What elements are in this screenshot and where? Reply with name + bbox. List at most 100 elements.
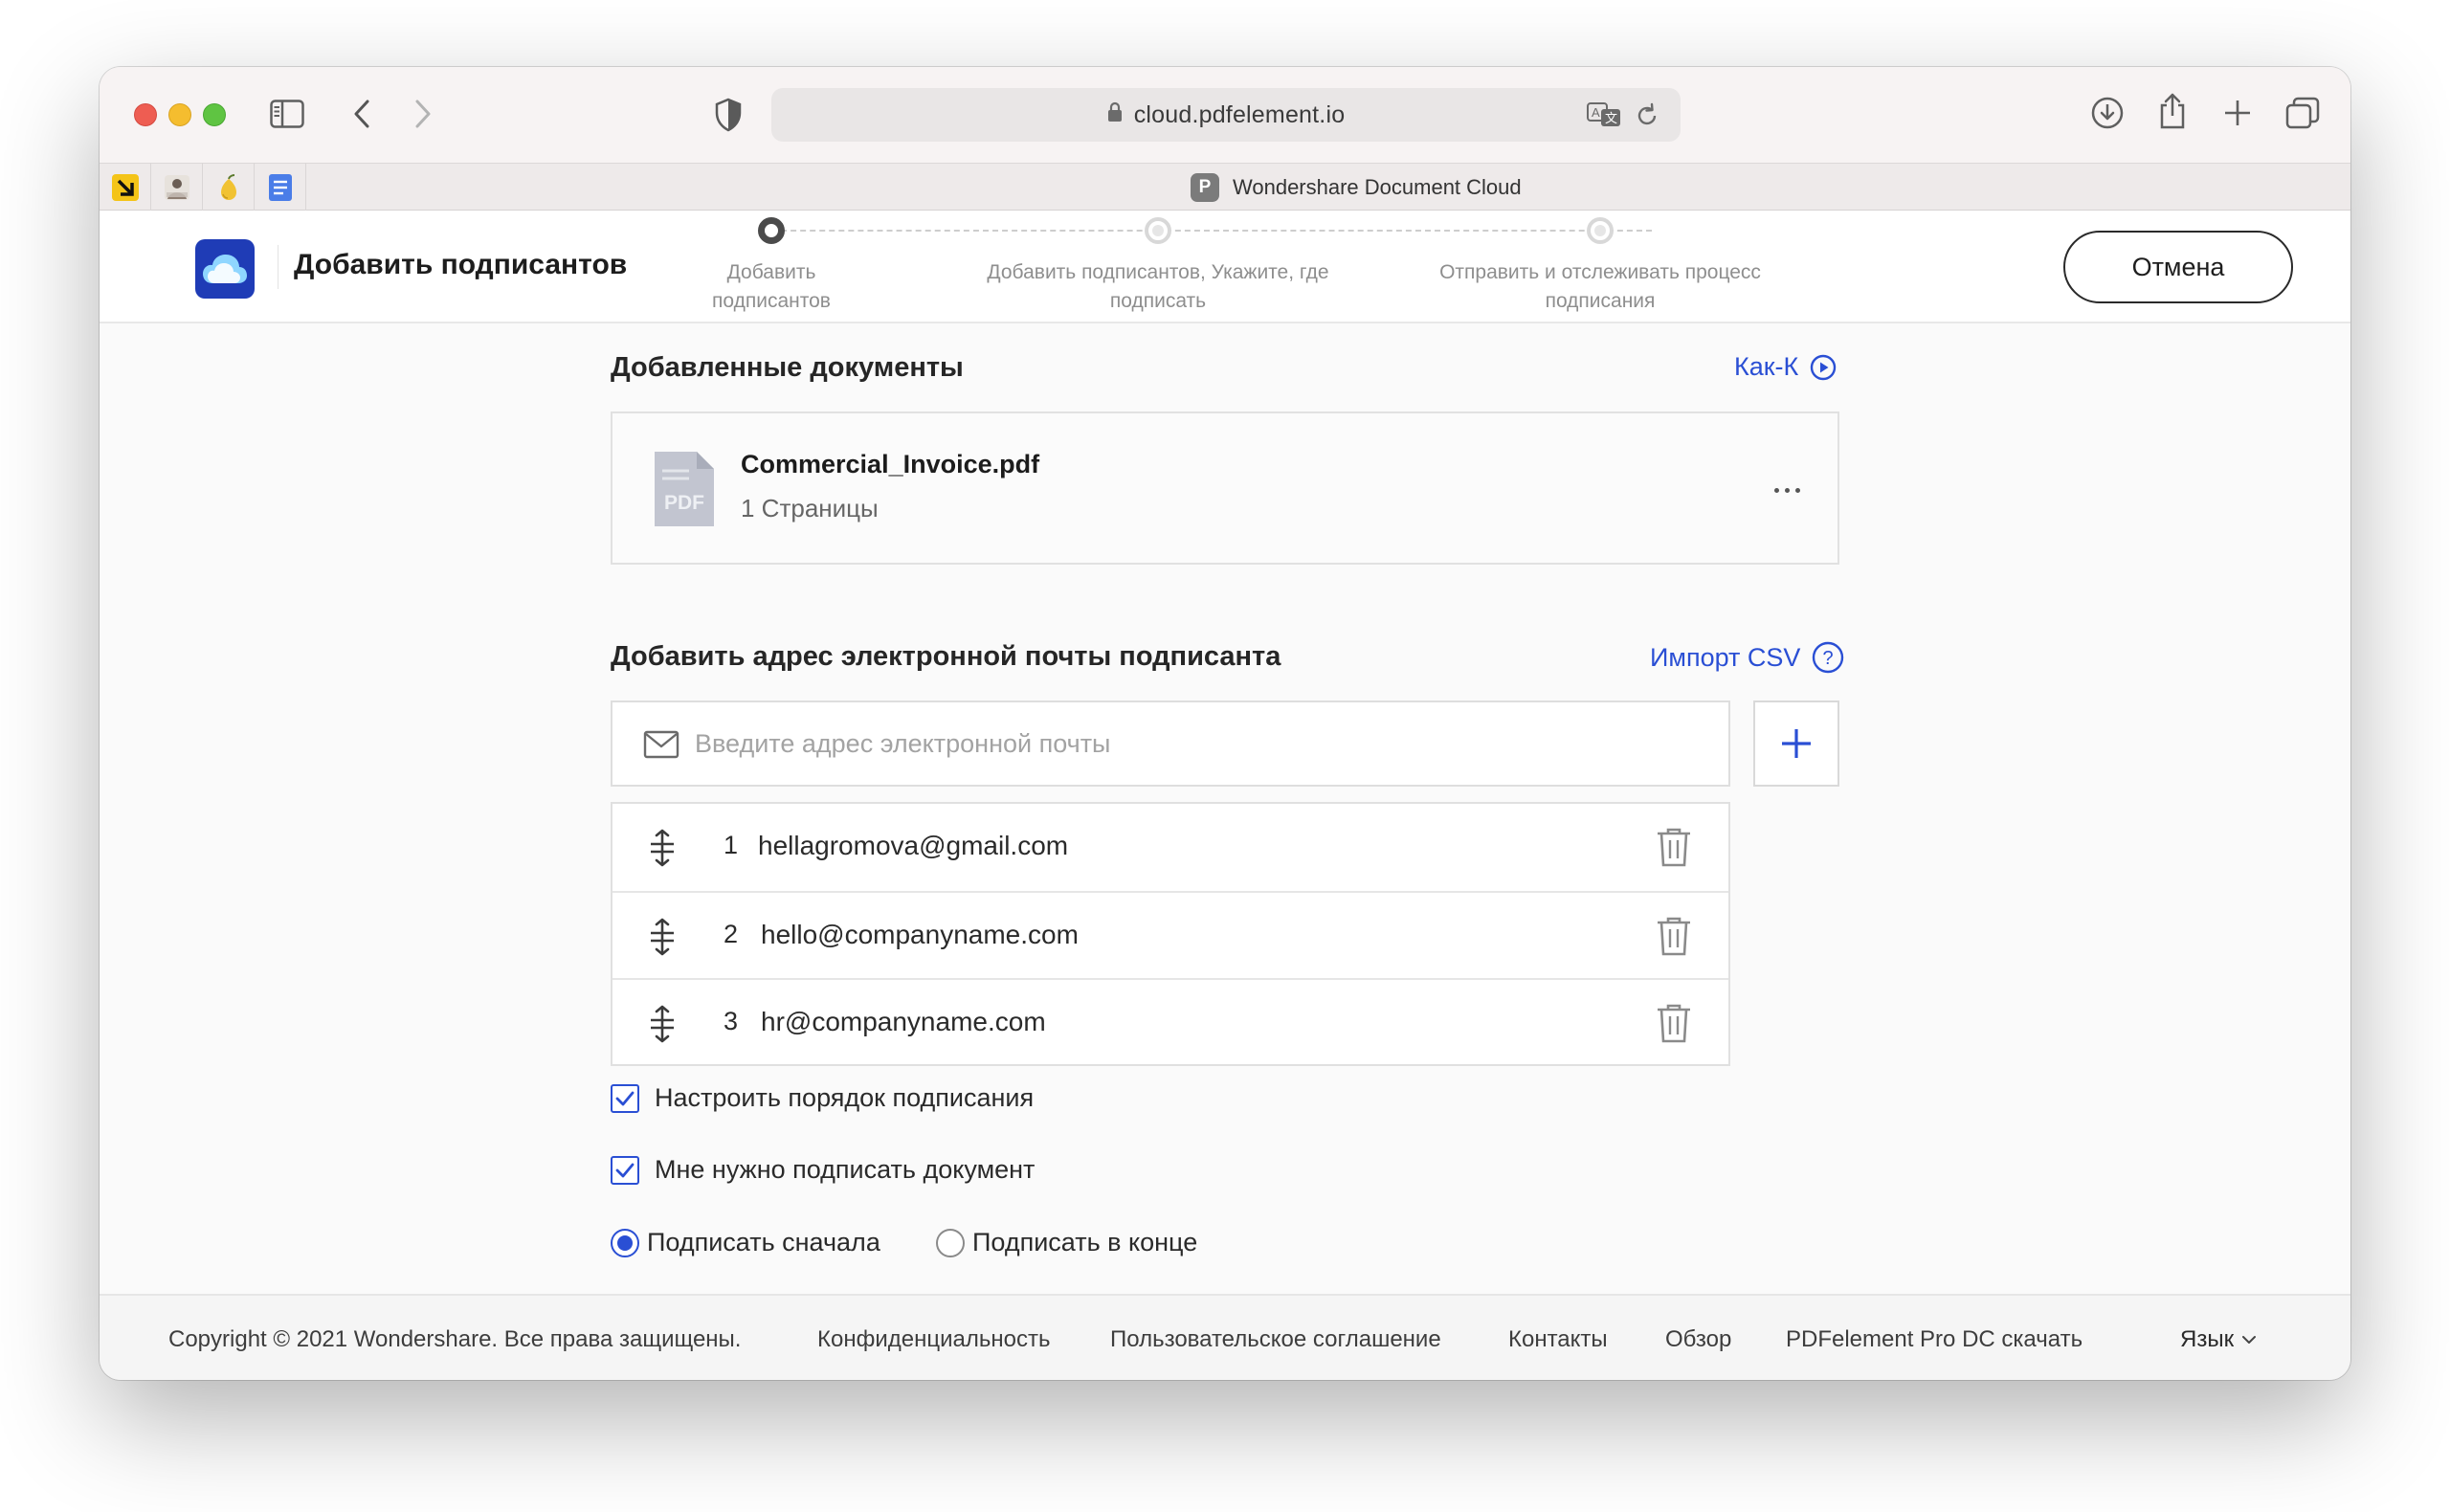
page-footer: Copyright © 2021 Wondershare. Все права … [100,1294,2350,1380]
arrow-app-icon[interactable] [100,164,151,211]
photo-app-icon[interactable] [151,164,203,211]
close-window-button[interactable] [134,103,157,126]
sign-first-radio-indicator[interactable] [611,1228,639,1257]
tab-overview-icon[interactable] [2285,97,2320,129]
signer-email: hellagromova@gmail.com [758,831,1069,860]
footer-link-download[interactable]: PDFelement Pro DC скачать [1786,1326,2082,1353]
pdf-file-icon: PDF [651,448,718,535]
step-2-label: Добавить подписантов, Укажите, где подпи… [987,261,1329,312]
document-name: Commercial_Invoice.pdf [741,450,1040,478]
page-title: Добавить подписантов [294,249,628,280]
more-options-button[interactable] [1774,488,1800,493]
share-icon[interactable] [2157,92,2188,130]
mail-icon [643,730,679,759]
document-page-count: 1 Страницы [741,494,879,523]
trash-icon[interactable] [1656,827,1692,867]
i-need-to-sign-checkbox[interactable] [611,1155,639,1185]
checkmark-icon [615,1091,635,1105]
docs-app-icon[interactable] [255,164,306,211]
lock-icon [1107,101,1123,129]
progress-stepper-line [771,230,1652,232]
tab-title-text: Wondershare Document Cloud [1233,174,1522,199]
svg-text:文: 文 [1605,111,1617,125]
drag-handle-icon[interactable] [649,1005,676,1043]
howto-label: Как-К [1734,352,1799,381]
tab-favicon: P [1191,172,1219,202]
download-icon[interactable] [2090,96,2125,130]
browser-toolbar: cloud.pdfelement.io A文 [100,67,2350,163]
add-signer-button[interactable] [1753,700,1839,787]
signer-row[interactable]: 1 hellagromova@gmail.com [612,804,1728,890]
forward-arrow-icon[interactable] [413,99,433,129]
step-3-label: Отправить и отслеживать процесс подписан… [1439,261,1761,312]
pear-app-icon[interactable] [203,164,255,211]
help-icon[interactable]: ? [1812,641,1844,674]
privacy-shield-icon[interactable] [714,98,743,132]
trash-icon[interactable] [1656,916,1692,956]
step-1-label: Добавить подписантов [712,261,831,312]
email-input[interactable] [695,702,1709,785]
sign-last-label: Подписать в конце [972,1228,1198,1256]
signer-row[interactable]: 3 hr@companyname.com [612,978,1728,1064]
step-1-indicator [758,217,785,244]
import-csv-label: Импорт CSV [1650,642,1801,672]
howto-link[interactable]: Как-К [1734,352,1837,382]
document-card[interactable]: PDF Commercial_Invoice.pdf 1 Страницы [611,411,1839,565]
browser-window: cloud.pdfelement.io A文 P Wondershare Doc… [100,67,2350,1380]
import-csv-link[interactable]: Импорт CSV ? [1650,641,1844,674]
signer-order-number: 2 [724,920,739,948]
signer-order-number: 1 [724,831,739,859]
new-tab-plus-icon[interactable] [2222,98,2253,128]
signers-section-title: Добавить адрес электронной почты подписа… [611,641,1281,672]
signer-email: hello@companyname.com [761,920,1079,949]
language-label: Язык [2180,1326,2235,1352]
footer-link-terms[interactable]: Пользовательское соглашение [1110,1326,1441,1353]
checkmark-icon [615,1163,635,1177]
chevron-down-icon [2242,1336,2257,1344]
svg-text:PDF: PDF [664,492,704,514]
footer-link-contacts[interactable]: Контакты [1508,1326,1608,1353]
signer-list: 1 hellagromova@gmail.com 2 hello@company… [611,802,1730,1066]
copyright-text: Copyright © 2021 Wondershare. Все права … [168,1326,742,1352]
email-field[interactable] [611,700,1730,787]
svg-text:A: A [1592,105,1600,120]
play-circle-icon [1811,354,1837,380]
set-signing-order-label: Настроить порядок подписания [655,1083,1035,1112]
address-bar[interactable]: cloud.pdfelement.io A文 [771,88,1681,142]
i-need-to-sign-label: Мне нужно подписать документ [655,1155,1036,1184]
set-signing-order-checkbox[interactable] [611,1083,639,1113]
app-logo[interactable] [195,239,255,299]
tab-bar: P Wondershare Document Cloud [100,163,2350,211]
footer-link-privacy[interactable]: Конфиденциальность [817,1326,1050,1353]
app-header: Добавить подписантов Добавить подписанто… [100,211,2350,323]
trash-icon[interactable] [1656,1003,1692,1043]
active-tab[interactable]: P Wondershare Document Cloud [1191,164,1522,211]
signer-row[interactable]: 2 hello@companyname.com [612,891,1728,977]
step-2-indicator [1145,217,1171,244]
translate-icon[interactable]: A文 [1587,101,1621,128]
language-selector[interactable]: Язык [2180,1326,2257,1353]
sign-last-radio[interactable]: Подписать в конце [936,1228,1197,1257]
cancel-button[interactable]: Отмена [2063,231,2293,303]
sign-first-radio[interactable]: Подписать сначала [611,1228,880,1257]
signer-order-number: 3 [724,1007,739,1035]
svg-text:?: ? [1823,648,1834,669]
i-need-to-sign-option[interactable]: Мне нужно подписать документ [611,1155,1035,1185]
zoom-window-button[interactable] [203,103,226,126]
main-content: Добавленные документы Как-К PDF Commerci… [100,323,2350,1294]
drag-handle-icon[interactable] [649,918,676,956]
sidebar-toggle-icon[interactable] [270,100,304,128]
step-3-indicator [1587,217,1614,244]
plus-icon [1782,729,1811,758]
sign-last-radio-indicator[interactable] [936,1228,965,1257]
documents-section-title: Добавленные документы [611,352,964,383]
reload-icon[interactable] [1635,102,1659,129]
set-signing-order-option[interactable]: Настроить порядок подписания [611,1083,1034,1113]
sign-first-label: Подписать сначала [647,1228,880,1256]
footer-link-overview[interactable]: Обзор [1665,1326,1731,1353]
signer-email: hr@companyname.com [761,1007,1046,1036]
url-text: cloud.pdfelement.io [1133,100,1346,128]
minimize-window-button[interactable] [168,103,191,126]
drag-handle-icon[interactable] [649,829,676,867]
back-arrow-icon[interactable] [352,99,371,129]
